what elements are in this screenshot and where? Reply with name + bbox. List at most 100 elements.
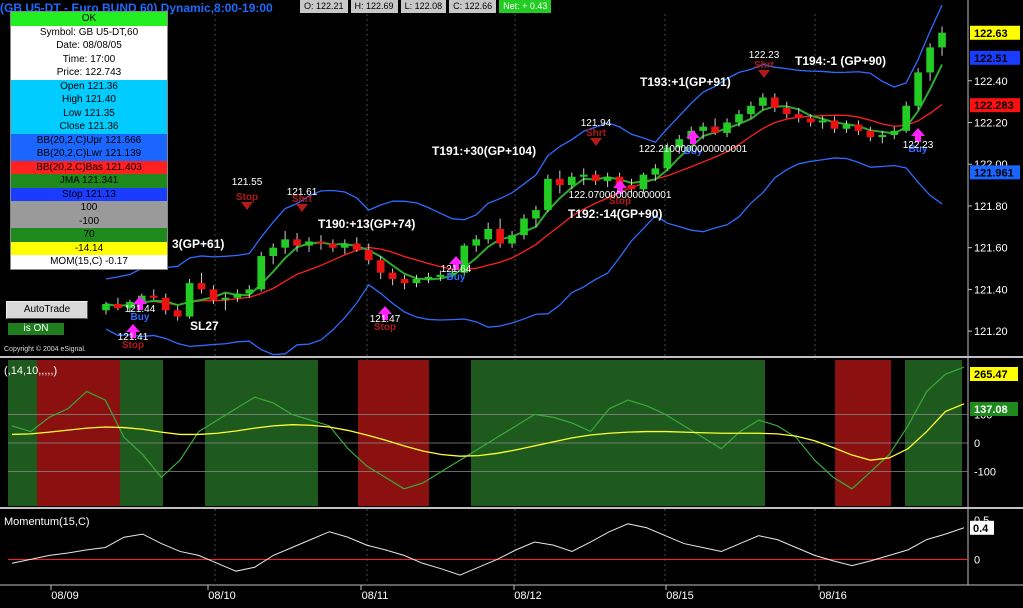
candle-body: [759, 97, 767, 106]
cursor-row: -100: [11, 214, 167, 228]
open-value: O: 122.21: [300, 0, 348, 13]
cursor-window[interactable]: OK Symbol: GB U5-DT,60 Date: 08/08/05 Time:…: [10, 11, 168, 270]
candle-body: [161, 297, 170, 311]
ohlc-readout: O: 122.21 H: 122.69 L: 122.08 C: 122.66 …: [300, 0, 552, 13]
candle-body: [329, 243, 337, 248]
candle-body: [102, 304, 110, 311]
oscillator-zone: [429, 360, 471, 506]
candle-body: [878, 135, 887, 138]
cursor-row: MOM(15,C) -0.17: [11, 255, 167, 269]
trade-label: T190:+13(GP+74): [318, 217, 415, 231]
oscillator-zone: [905, 360, 962, 506]
candle-body: [173, 310, 182, 317]
candle-body: [221, 297, 230, 300]
candle-body: [806, 118, 815, 123]
candle-body: [639, 174, 648, 190]
close-value: C: 122.66: [449, 0, 497, 13]
candle-body: [914, 72, 922, 106]
candle-body: [890, 130, 899, 136]
date-label: 08/11: [362, 590, 389, 602]
price-tick-label: 122.20: [974, 117, 1008, 129]
trade-label: T194:-1 (GP+90): [795, 54, 886, 68]
oscillator-tick-label: 0: [974, 438, 980, 450]
candle-body: [902, 105, 911, 131]
candle-body: [364, 249, 373, 261]
trade-label: 3(GP+61): [172, 237, 224, 251]
cursor-row: Price: 122.743: [11, 66, 167, 80]
high-value: H: 122.69: [350, 0, 398, 13]
date-label: 08/15: [666, 590, 694, 602]
trade-label: T191:+30(GP+104): [432, 144, 536, 158]
candle-body: [281, 239, 289, 248]
cursor-row: BB(20,2,C)Lwr 121.139: [11, 147, 167, 161]
candle-body: [412, 278, 421, 284]
candle-body: [818, 120, 827, 123]
low-value: L: 122.08: [400, 0, 447, 13]
date-label: 08/10: [208, 590, 236, 602]
cursor-row: High 121.40: [11, 93, 167, 107]
candle-body: [209, 289, 218, 300]
autotrade-status: is ON: [8, 323, 64, 335]
candle-body: [926, 47, 934, 73]
candle-body: [436, 274, 445, 277]
candle-body: [723, 122, 731, 133]
price-tag-label: 122.51: [974, 53, 1008, 65]
candle-body: [424, 276, 433, 279]
trade-label: T192:-14(GP+90): [568, 207, 662, 221]
sell-arrow-icon: [590, 138, 602, 146]
copyright-notice: Copyright © 2004 eSignal.: [4, 346, 86, 353]
cursor-row: 70: [11, 228, 167, 242]
candle-body: [305, 241, 313, 246]
candle-body: [376, 260, 385, 273]
marker-price: 122.23: [903, 140, 934, 151]
oscillator-zone: [37, 360, 120, 506]
candle-body: [854, 124, 863, 131]
oscillator-value-label: 265.47: [974, 369, 1008, 381]
marker-price: 121.64: [441, 264, 472, 275]
price-tag-label: 122.63: [974, 28, 1008, 40]
candle-body: [496, 228, 504, 244]
marker-label: Shrt: [586, 128, 607, 139]
candle-body: [114, 304, 122, 309]
candle-body: [508, 235, 516, 244]
marker-label: Stop: [236, 192, 258, 203]
candle-body: [556, 178, 564, 186]
price-tick-label: 122.40: [974, 76, 1008, 88]
marker-price: 121.47: [370, 314, 401, 325]
marker-price: 121.94: [581, 118, 612, 129]
sell-arrow-icon: [296, 204, 308, 212]
candle-body: [591, 174, 600, 181]
candle-body: [317, 241, 325, 244]
cursor-row: Stop 121.13: [11, 187, 167, 201]
candle-body: [269, 247, 278, 257]
price-tick-label: 121.60: [974, 243, 1008, 255]
candle-body: [472, 239, 481, 246]
candle-body: [651, 168, 660, 175]
momentum-line: [11, 523, 965, 576]
price-tag-label: 122.283: [974, 100, 1014, 112]
candle-body: [735, 114, 743, 123]
momentum-tick-label: 0: [974, 554, 980, 566]
candle-body: [352, 243, 361, 250]
price-tag-label: 121.961: [974, 167, 1014, 179]
candle-body: [794, 114, 803, 119]
marker-price: 122.070000000000001: [569, 190, 672, 201]
trade-label: T193:+1(GP+91): [640, 75, 731, 89]
autotrade-button[interactable]: AutoTrade: [6, 301, 88, 319]
candle-body: [938, 32, 946, 48]
marker-price: 121.61: [287, 187, 318, 198]
candle-body: [400, 278, 409, 284]
marker-price: 121.41: [118, 332, 149, 343]
ok-button[interactable]: OK: [11, 12, 167, 26]
sell-arrow-icon: [758, 70, 770, 78]
oscillator-zone: [765, 360, 835, 506]
cursor-row: 100: [11, 201, 167, 215]
candle-body: [257, 256, 266, 290]
candle-body: [245, 289, 254, 294]
marker-label: Shrt: [754, 60, 775, 71]
cursor-row: Open 121.36: [11, 79, 167, 93]
momentum-value-label: 0.4: [973, 523, 989, 535]
candle-body: [484, 228, 492, 240]
candle-body: [567, 176, 576, 186]
sell-arrow-icon: [241, 202, 253, 210]
